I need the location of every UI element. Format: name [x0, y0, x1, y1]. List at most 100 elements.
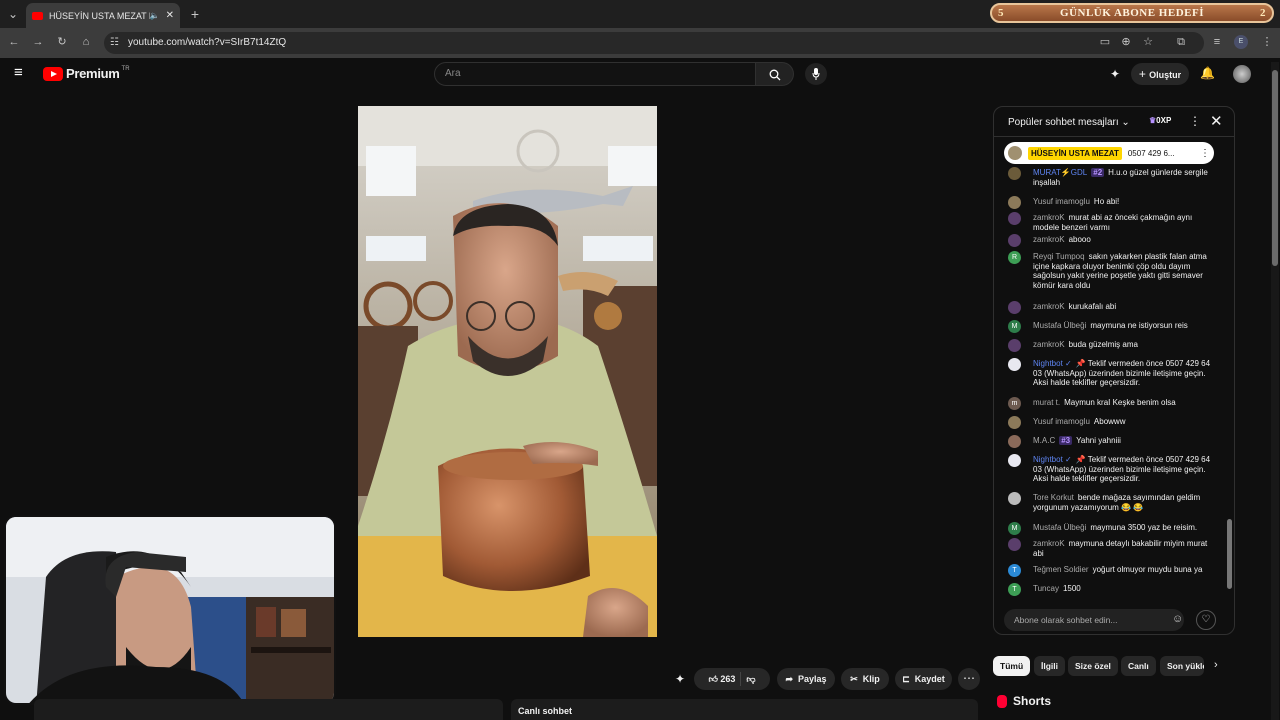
cast-icon[interactable]: ▭ [1094, 31, 1116, 53]
chat-author[interactable]: Yusuf imamoglu [1033, 197, 1090, 206]
chat-author[interactable]: zamkroK [1033, 235, 1065, 244]
chat-mode-dropdown[interactable]: Popüler sohbet mesajları ⌄ [1008, 117, 1130, 128]
youtube-logo[interactable]: Premium TR [43, 66, 130, 81]
chat-message[interactable]: zamkroK murat abi az önceki çakmağın aynı… [1008, 212, 1216, 232]
chat-avatar[interactable] [1008, 492, 1021, 505]
chat-scrollbar-thumb[interactable] [1227, 519, 1232, 589]
voice-search-button[interactable] [805, 63, 827, 85]
extensions-icon[interactable]: ⧉ [1170, 31, 1192, 53]
chat-avatar[interactable] [1008, 234, 1021, 247]
chat-close-icon[interactable]: ✕ [1210, 112, 1223, 130]
pinned-more-icon[interactable]: ⋮ [1200, 148, 1210, 159]
chat-avatar[interactable] [1008, 339, 1021, 352]
chat-avatar[interactable] [1008, 454, 1021, 467]
back-icon[interactable]: ← [3, 31, 25, 53]
chat-message[interactable]: M Mustafa Ülbeği maymuna 3500 yaz be reisi… [1008, 522, 1216, 535]
chat-avatar[interactable]: T [1008, 583, 1021, 596]
chevron-right-icon[interactable]: › [1214, 659, 1218, 671]
chat-message[interactable]: M Mustafa Ülbeği maymuna ne istiyorsun rei… [1008, 320, 1216, 333]
dislike-button[interactable]: 👎︎ [746, 674, 755, 685]
page-scrollbar-thumb[interactable] [1272, 70, 1278, 266]
search-input[interactable]: Ara [434, 62, 756, 86]
new-tab-icon[interactable]: + [185, 0, 205, 28]
forward-icon[interactable]: → [27, 31, 49, 53]
chat-author[interactable]: Mustafa Ülbeği [1033, 523, 1086, 532]
chat-message[interactable]: T Teğmen Soldier yoğurt olmuyor muydu buna… [1008, 564, 1216, 577]
save-button[interactable]: ⊏ Kaydet [895, 668, 952, 690]
chat-message[interactable]: M.A.C #3 Yahni yahniii [1008, 435, 1216, 448]
chat-message[interactable]: T Tuncay 1500 [1008, 583, 1216, 596]
profile-avatar[interactable]: E [1234, 35, 1248, 49]
bookmark-star-icon[interactable]: ☆ [1137, 31, 1159, 53]
chat-author[interactable]: zamkroK [1033, 539, 1065, 548]
browser-tab[interactable]: HÜSEYİN USTA MEZAT kan 🔈 ✕ [26, 3, 180, 28]
chat-author[interactable]: Nightbot ✓ [1033, 455, 1072, 464]
chat-avatar[interactable]: T [1008, 564, 1021, 577]
chat-message[interactable]: Yusuf imamoglu Abowww [1008, 416, 1216, 429]
close-tab-icon[interactable]: ✕ [166, 10, 174, 21]
share-button[interactable]: ➦ Paylaş [777, 668, 835, 690]
chip-related[interactable]: İlgili [1034, 656, 1065, 676]
chat-message[interactable]: zamkroK maymuna detaylı bakabilir miyim m… [1008, 538, 1216, 558]
reading-list-icon[interactable]: ≡ [1206, 31, 1228, 53]
chat-avatar[interactable] [1008, 538, 1021, 551]
live-chat-toggle[interactable]: Canlı sohbet [511, 699, 978, 720]
address-bar[interactable]: youtube.com/watch?v=SIrB7t14ZtQ [104, 32, 1204, 54]
browser-menu-icon[interactable]: ⋮ [1256, 31, 1278, 53]
reload-icon[interactable]: ↻ [51, 31, 73, 53]
home-icon[interactable]: ⌂ [75, 31, 97, 53]
studio-icon[interactable]: ✦ [1110, 67, 1120, 81]
chat-avatar[interactable] [1008, 212, 1021, 225]
chat-message[interactable]: zamkroK abooo [1008, 234, 1216, 247]
emoji-icon[interactable]: ☺ [1172, 613, 1183, 625]
chat-message[interactable]: R Reyqi Tumpoq sakın yakarken plastik fala… [1008, 251, 1216, 290]
create-button[interactable]: + Oluştur [1131, 63, 1189, 85]
chat-message[interactable]: Tore Korkut bende mağaza sayımından geldi… [1008, 492, 1216, 512]
chat-message[interactable]: m murat t. Maymun kraI Keşke benim olsa [1008, 397, 1216, 410]
chat-author[interactable]: Reyqi Tumpoq [1033, 252, 1085, 261]
chat-message[interactable]: zamkroK kurukafalı abi [1008, 301, 1216, 314]
chat-author[interactable]: Teğmen Soldier [1033, 565, 1089, 574]
xp-badge[interactable]: ♛0XP [1149, 116, 1171, 125]
chat-author[interactable]: MURAT⚡GDL [1033, 168, 1087, 177]
notifications-bell-icon[interactable]: 🔔 [1200, 66, 1215, 80]
chat-author[interactable]: zamkroK [1033, 340, 1065, 349]
video-player[interactable] [358, 106, 657, 637]
chat-avatar[interactable]: R [1008, 251, 1021, 264]
chat-author[interactable]: M.A.C [1033, 436, 1055, 445]
chat-avatar[interactable] [1008, 196, 1021, 209]
chat-author[interactable]: Nightbot ✓ [1033, 359, 1072, 368]
site-info-icon[interactable]: ☷ [110, 37, 119, 48]
chat-message[interactable]: Nightbot ✓ 📌 Teklif vermeden önce 0507 42… [1008, 454, 1216, 484]
hamburger-menu-icon[interactable]: ≡ [14, 65, 30, 80]
account-avatar[interactable] [1233, 65, 1251, 83]
tab-search-icon[interactable]: ⌄ [3, 0, 23, 28]
chat-message[interactable]: Yusuf imamoglu Ho abi! [1008, 196, 1216, 209]
chip-live[interactable]: Canlı [1121, 656, 1156, 676]
more-actions-button[interactable]: ⋯ [958, 668, 980, 690]
chip-recently-uploaded[interactable]: Son yükle [1160, 656, 1204, 676]
chat-avatar[interactable]: m [1008, 397, 1021, 410]
chat-message[interactable]: MURAT⚡GDL #2 H.u.o güzel günlerde sergile … [1008, 167, 1216, 187]
chat-input[interactable]: Abone olarak sohbet edin... [1004, 609, 1184, 631]
chip-all[interactable]: Tümü [993, 656, 1031, 676]
studio-badge-icon[interactable]: ✦ [675, 672, 685, 686]
chat-avatar[interactable]: M [1008, 522, 1021, 535]
like-button[interactable]: 👍︎ 263 [708, 674, 735, 685]
chat-message[interactable]: zamkroK buda güzelmiş ama [1008, 339, 1216, 352]
chat-author[interactable]: Tuncay [1033, 584, 1059, 593]
chat-avatar[interactable]: M [1008, 320, 1021, 333]
pinned-message[interactable]: HÜSEYİN USTA MEZAT 0507 429 6... ⋮ [1004, 142, 1214, 164]
chat-author[interactable]: Mustafa Ülbeği [1033, 321, 1086, 330]
chat-avatar[interactable] [1008, 435, 1021, 448]
chat-avatar[interactable] [1008, 358, 1021, 371]
chat-more-icon[interactable]: ⋮ [1189, 114, 1201, 128]
chat-author[interactable]: zamkroK [1033, 213, 1065, 222]
chat-avatar[interactable] [1008, 416, 1021, 429]
heart-icon[interactable]: ♡ [1196, 610, 1216, 630]
chat-message[interactable]: Nightbot ✓ 📌 Teklif vermeden önce 0507 42… [1008, 358, 1216, 388]
zoom-icon[interactable]: ⊕ [1115, 31, 1137, 53]
chat-author[interactable]: Yusuf imamoglu [1033, 417, 1090, 426]
chat-author[interactable]: murat t. [1033, 398, 1060, 407]
search-button[interactable] [756, 62, 794, 86]
